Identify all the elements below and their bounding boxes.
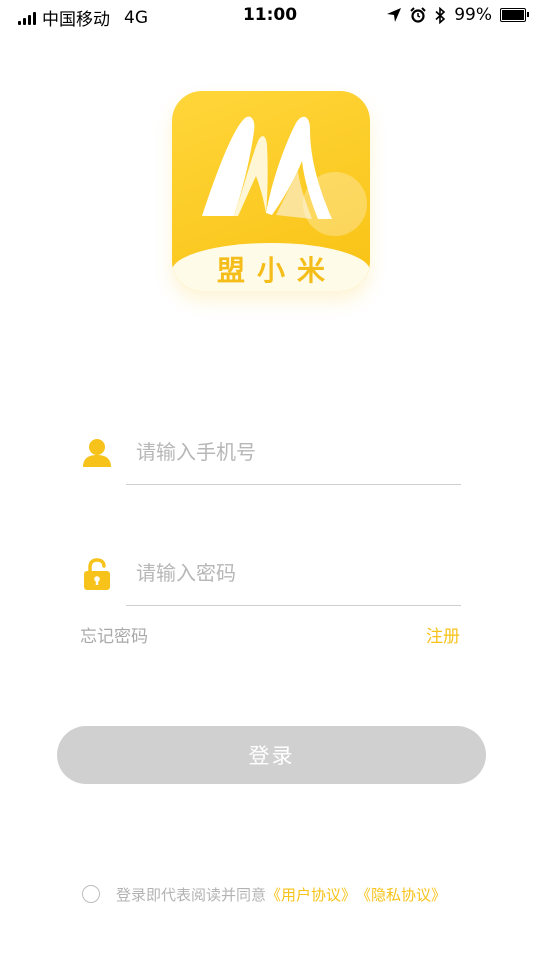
password-underline xyxy=(126,605,461,606)
agreement-row: 登录即代表阅读并同意 《用户协议》 《隐私协议》 xyxy=(82,882,446,906)
privacy-policy-link[interactable]: 《隐私协议》 xyxy=(356,884,446,905)
battery-icon xyxy=(500,8,529,22)
phone-input[interactable] xyxy=(126,430,471,474)
agreement-checkbox[interactable] xyxy=(82,885,100,903)
login-button[interactable]: 登录 xyxy=(57,726,486,784)
location-arrow-icon xyxy=(387,8,402,22)
app-logo: 盟小米 xyxy=(172,91,370,291)
phone-underline xyxy=(126,484,461,485)
bluetooth-icon xyxy=(435,6,446,24)
agreement-text: 登录即代表阅读并同意 xyxy=(116,885,267,904)
register-link[interactable]: 注册 xyxy=(426,622,460,647)
auth-links-row: 忘记密码 注册 xyxy=(80,622,460,648)
alarm-icon xyxy=(410,7,426,23)
status-bar-right: 99% xyxy=(386,5,529,25)
password-input[interactable] xyxy=(126,551,471,595)
logo-banner: 盟小米 xyxy=(172,243,370,291)
user-agreement-link[interactable]: 《用户协议》 xyxy=(266,884,356,905)
forgot-password-link[interactable]: 忘记密码 xyxy=(80,622,148,647)
battery-percent: 99% xyxy=(454,5,492,25)
lock-icon xyxy=(84,558,110,590)
user-icon xyxy=(83,439,111,467)
status-bar: 中国移动 4G 11:00 99% xyxy=(0,0,540,32)
login-screen: 中国移动 4G 11:00 99% 盟小米 请输入手机号 忘记密码 注册 登录 … xyxy=(0,0,540,960)
password-field-group xyxy=(80,551,471,606)
logo-text: 盟小米 xyxy=(216,254,337,287)
phone-field-group xyxy=(80,430,471,485)
